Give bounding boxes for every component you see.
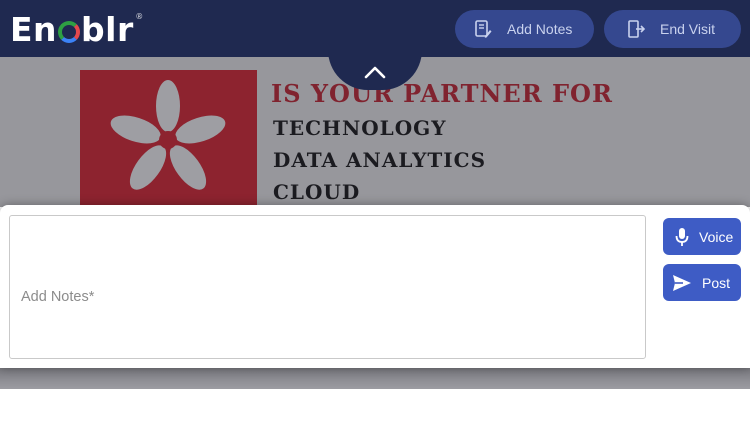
post-label: Post [702,274,731,291]
modal-overlay-bottom[interactable] [0,368,750,389]
add-notes-label: Add Notes [507,21,573,37]
end-visit-label: End Visit [660,21,715,37]
notes-panel: Add Notes* Voice Post [0,205,750,368]
send-icon [673,274,691,291]
microphone-icon [675,227,689,246]
notes-placeholder: Add Notes* [21,289,95,305]
voice-label: Voice [699,228,734,245]
logo-registered-mark: ® [135,12,144,21]
top-bar: En blr ® Add Notes End Visit [0,0,750,57]
chevron-up-icon [364,66,386,79]
exit-door-icon [628,20,646,38]
voice-button[interactable]: Voice [663,218,741,255]
app-logo: En blr ® [10,10,144,49]
logo-o-mark [58,21,81,43]
add-notes-button[interactable]: Add Notes [455,10,594,48]
post-button[interactable]: Post [663,264,741,301]
end-visit-button[interactable]: End Visit [604,10,741,48]
notes-edit-icon [475,20,492,38]
notes-textarea[interactable]: Add Notes* [9,215,646,359]
